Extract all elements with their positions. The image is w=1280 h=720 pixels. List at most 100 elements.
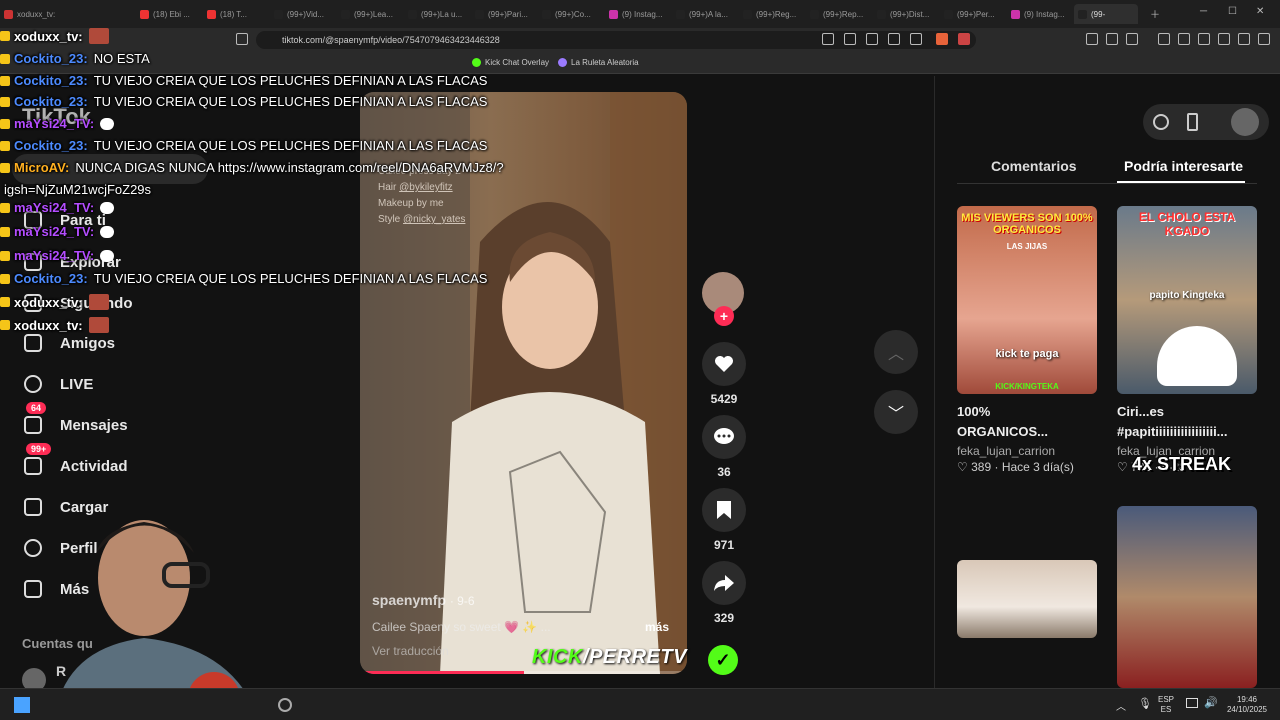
browser-tab[interactable]: (99+)Vid... [270,4,334,24]
sidebar-item-live[interactable]: LIVE [20,370,93,398]
video-credit-hair: Hair @bykileyfitz [378,182,453,193]
phone-icon[interactable] [1187,113,1198,131]
chat-emote-icon [100,225,115,238]
video-thumbnail[interactable]: MIS VIEWERS SON 100% ORGANICOS LAS JIJAS… [957,206,1097,394]
microphone-icon[interactable]: 🎙 [1138,697,1152,710]
video-progress-bar[interactable] [360,671,687,674]
puzzle-icon[interactable] [1106,33,1118,45]
save-button[interactable]: 971 [700,488,748,552]
browser-tab[interactable]: (18) T... [203,4,267,24]
zoom-icon[interactable] [888,33,900,45]
card-username[interactable]: feka_lujan_carrion [957,444,1097,458]
card-title[interactable]: Ciri...es #papitiiiiiiiiiiiiiiiii... [1117,402,1257,442]
new-tab-button[interactable]: ＋ [1150,6,1160,21]
more-button[interactable]: más [645,620,669,634]
credit-hair-handle[interactable]: @bykileyfitz [399,182,453,193]
bookmark-kick-chat[interactable]: Kick Chat Overlay [472,58,549,67]
video-thumbnail[interactable] [957,560,1097,638]
maximize-button[interactable]: ☐ [1228,6,1237,17]
clock[interactable]: 19:46 24/10/2025 [1222,695,1272,715]
suggested-video-card[interactable] [1117,506,1257,688]
browser-tab[interactable]: (99+)Co... [538,4,602,24]
card-title-line-2: ORGANICOS... [957,424,1049,439]
bookmark-star-icon[interactable] [236,33,248,45]
browser-tab[interactable]: (99+)La u... [404,4,468,24]
thumbnail-caption: MIS VIEWERS SON 100% ORGANICOS [961,212,1093,236]
sidebar-item-actividad[interactable]: 99+ Actividad [20,443,128,480]
browser-tab[interactable]: (99- [1074,4,1138,24]
video-thumbnail[interactable] [1117,506,1257,688]
messages-icon: 64 [20,402,47,438]
tab-comments[interactable]: Comentarios [991,158,1077,174]
sidebar-item-label: LIVE [60,375,94,393]
sidebar-icon[interactable] [1178,33,1190,45]
minimize-button[interactable]: ─ [1200,6,1207,17]
browser-tab[interactable]: (18) Ebi ... [136,4,200,24]
brave-shield-icon[interactable] [936,33,948,45]
tab-favicon-icon [207,9,216,19]
rewards-icon[interactable] [958,33,970,45]
language-indicator[interactable]: ESP ES [1158,695,1174,715]
extension-icon[interactable] [1086,33,1098,45]
credit-style-handle[interactable]: @nicky_yates [403,214,465,225]
thumbnail-mid-text: papito Kingteka [1149,290,1225,301]
suggested-video-card[interactable]: EL CHOLO ESTA KGADO papito Kingteka Ciri… [1117,206,1257,474]
ai-icon[interactable] [1218,33,1230,45]
user-avatar-icon[interactable] [1231,108,1259,136]
chat-message: xoduxx_tv: [0,28,109,44]
kick-icon [472,58,481,67]
screen-icon[interactable] [844,33,856,45]
like-button[interactable]: 5429 [700,342,748,406]
video-player[interactable]: Cailee press day 2 Hair @bykileyfitz Mak… [360,92,687,674]
translate-link[interactable]: Ver traducción [372,644,449,658]
translate-icon[interactable] [866,33,878,45]
vpn-icon[interactable] [1238,33,1250,45]
comment-button[interactable]: 36 [700,415,748,479]
close-window-button[interactable]: ✕ [1256,6,1264,17]
wallet-icon[interactable] [1126,33,1138,45]
music-icon[interactable] [1158,33,1170,45]
menu-icon[interactable] [1258,33,1270,45]
live-icon [20,371,46,397]
browser-tab[interactable]: (9) Instag... [1007,4,1071,24]
browser-tab[interactable]: (99+)Per... [940,4,1004,24]
browser-tab[interactable]: (99+)Pari... [471,4,535,24]
windows-start-icon[interactable] [14,697,30,713]
author-name[interactable]: spaenymfp [372,592,446,608]
bookmark-ruleta[interactable]: La Ruleta Aleatoria [558,58,639,67]
video-thumbnail[interactable]: EL CHOLO ESTA KGADO papito Kingteka [1117,206,1257,394]
browser-tab[interactable]: (99+)Rep... [806,4,870,24]
browser-tab[interactable]: xoduxx_tv: [0,4,64,24]
reader-icon[interactable] [822,33,834,45]
card-title-line-1: 100% [957,404,991,419]
suggested-video-card[interactable]: MIS VIEWERS SON 100% ORGANICOS LAS JIJAS… [957,206,1097,474]
video-author[interactable]: spaenymfp · 9-6 [372,592,475,608]
next-video-button[interactable]: ﹀ [874,390,918,434]
tab-label: (99+)Co... [555,9,591,19]
video-credit-makeup: Makeup by me [378,198,444,209]
card-title[interactable]: 100% ORGANICOS... [957,402,1097,442]
browser-tab[interactable]: (99+)Dist... [873,4,937,24]
network-icon[interactable] [1186,698,1198,708]
sidebar-item-mensajes[interactable]: 64 Mensajes [20,402,128,439]
chevron-up-icon[interactable]: ︿ [1116,698,1126,713]
share-icon[interactable] [910,33,922,45]
sidebar-item-amigos[interactable]: Amigos [20,329,115,357]
chat-username: Cockito_23: [14,94,88,109]
previous-video-button[interactable]: ︿ [874,330,918,374]
suggested-video-card[interactable] [957,560,1097,638]
chat-text: TU VIEJO CREIA QUE LOS PELUCHES DEFINIAN… [93,271,488,286]
follow-button[interactable]: + [714,306,734,326]
browser-tab[interactable]: (99+)Reg... [739,4,803,24]
wallet2-icon[interactable] [1198,33,1210,45]
browser-tab[interactable]: (99+)Lea... [337,4,401,24]
volume-icon[interactable]: 🔊 [1204,696,1218,709]
tab-suggestions[interactable]: Podría interesarte [1124,158,1243,174]
taskbar-app-icon[interactable] [278,698,292,712]
browser-tab[interactable]: (99+)A la... [672,4,736,24]
clock-time: 19:46 [1236,695,1258,704]
browser-tab[interactable]: (9) Instag... [605,4,669,24]
tab-label: (9) Instag... [622,9,663,19]
compass-icon[interactable] [1153,114,1169,130]
share-button[interactable]: 329 [700,561,748,625]
